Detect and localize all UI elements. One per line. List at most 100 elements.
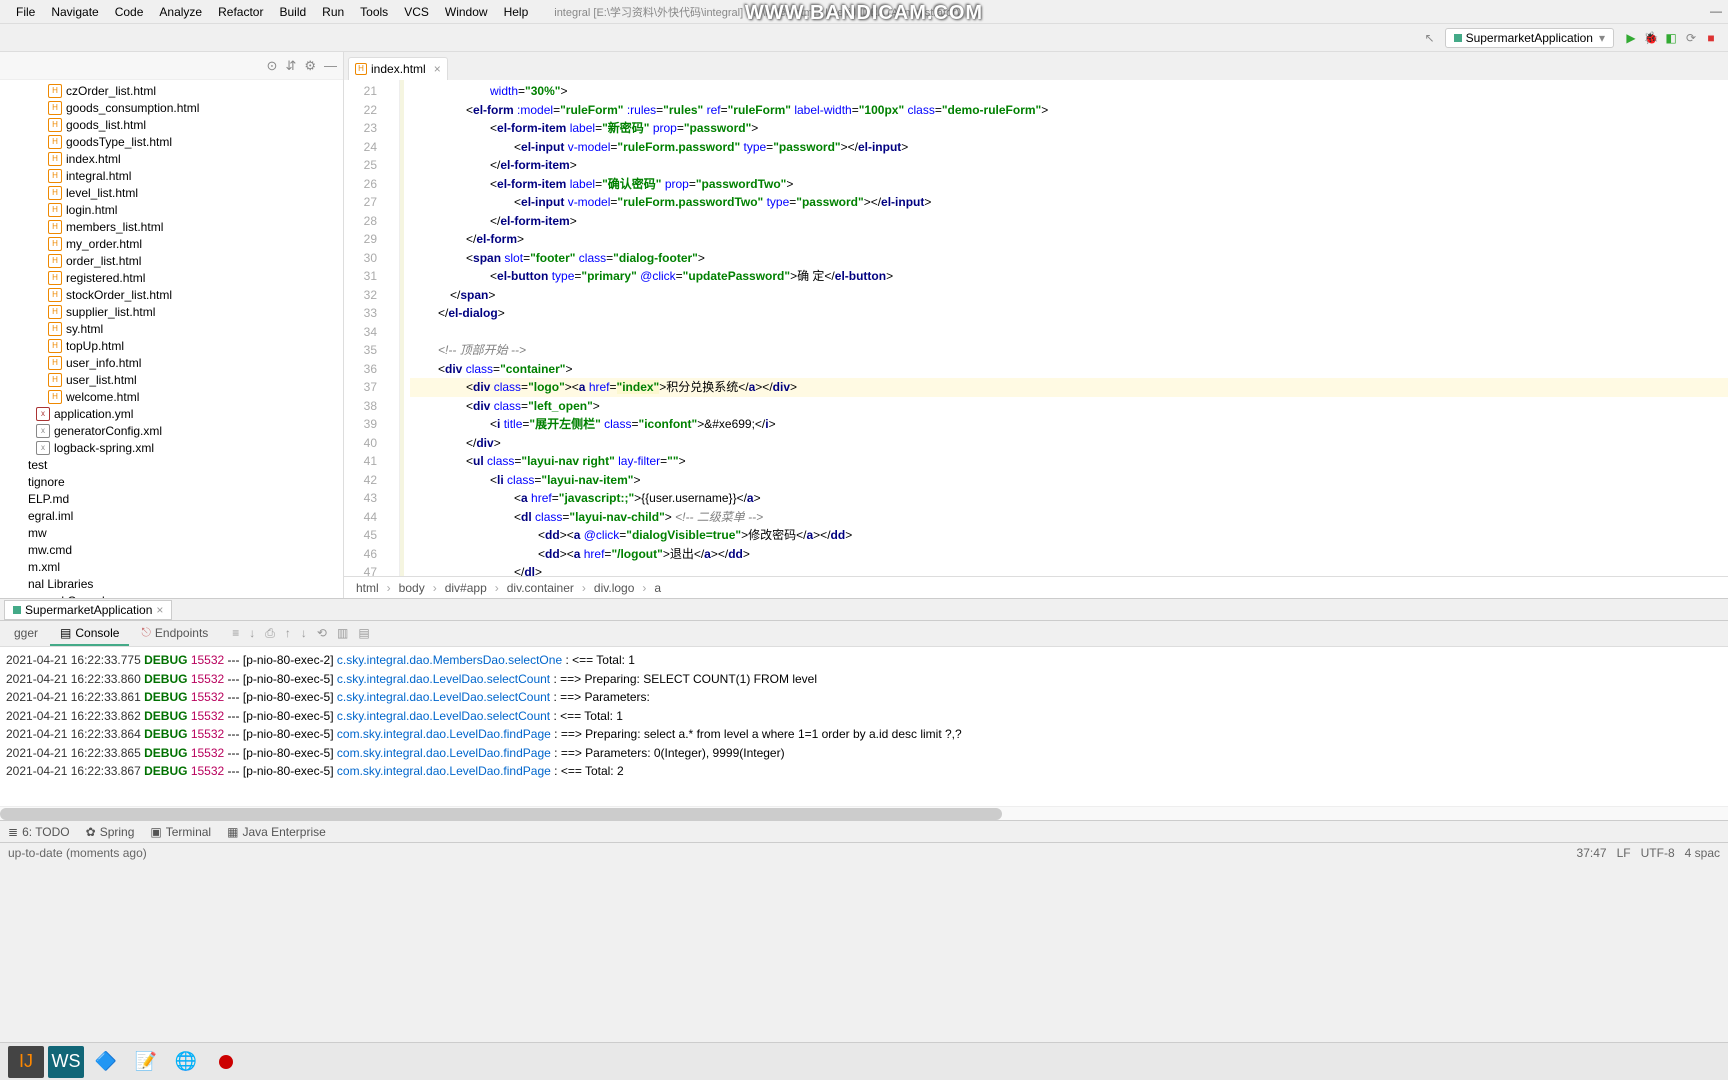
code-line[interactable]: </dl> [410, 563, 1728, 576]
app-taskbar-icon[interactable]: 🔷 [88, 1046, 124, 1078]
tree-node[interactable]: es and Consoles [28, 592, 343, 598]
down-stack-icon[interactable]: ↓ [301, 626, 307, 641]
console-output[interactable]: 2021-04-21 16:22:33.775 DEBUG 15532 --- … [0, 647, 1728, 806]
menu-refactor[interactable]: Refactor [210, 5, 271, 19]
spring-tab[interactable]: ✿ Spring [86, 825, 135, 839]
run-button[interactable]: ▶ [1624, 31, 1638, 45]
coverage-button[interactable]: ◧ [1664, 31, 1678, 45]
settings-icon[interactable]: ▤ [358, 626, 369, 641]
code-line[interactable]: <dl class="layui-nav-child"> <!-- 二级菜单 -… [410, 508, 1728, 527]
code-line[interactable]: </el-form-item> [410, 212, 1728, 231]
bandicam-record-icon[interactable] [208, 1046, 244, 1078]
tree-file[interactable]: Hsupplier_list.html [28, 303, 343, 320]
chrome-taskbar-icon[interactable]: 🌐 [168, 1046, 204, 1078]
code-line[interactable]: </div> [410, 434, 1728, 453]
print-icon[interactable]: ⎙ [265, 626, 275, 641]
console-horizontal-scrollbar[interactable] [0, 806, 1728, 820]
notepad-taskbar-icon[interactable]: 📝 [128, 1046, 164, 1078]
tree-node[interactable]: mw.cmd [28, 541, 343, 558]
profile-button[interactable]: ⟳ [1684, 31, 1698, 45]
webstorm-taskbar-icon[interactable]: WS [48, 1046, 84, 1078]
scroll-to-end-icon[interactable]: ↓ [249, 626, 255, 641]
clear-all-icon[interactable]: ⟲ [317, 626, 327, 641]
code-line[interactable]: </el-form-item> [410, 156, 1728, 175]
code-line[interactable]: <el-input v-model="ruleForm.password" ty… [410, 138, 1728, 157]
menu-run[interactable]: Run [314, 5, 352, 19]
code-line[interactable]: </el-form> [410, 230, 1728, 249]
breadcrumb-item[interactable]: a [652, 581, 663, 595]
tree-file[interactable]: Huser_info.html [28, 354, 343, 371]
tree-file[interactable]: HczOrder_list.html [28, 82, 343, 99]
scrollbar-thumb[interactable] [0, 808, 1002, 820]
tree-file[interactable]: Hlevel_list.html [28, 184, 343, 201]
editor-tab-index-html[interactable]: H index.html × [348, 57, 448, 80]
code-line[interactable]: <dd><a href="/logout">退出</a></dd> [410, 545, 1728, 564]
tree-node[interactable]: mw [28, 524, 343, 541]
close-icon[interactable]: × [156, 603, 163, 617]
tree-node[interactable]: m.xml [28, 558, 343, 575]
run-configuration-dropdown[interactable]: SupermarketApplication ▾ [1445, 28, 1614, 48]
menu-help[interactable]: Help [496, 5, 537, 19]
code-line[interactable]: width="30%"> [410, 82, 1728, 101]
tree-file[interactable]: Hlogin.html [28, 201, 343, 218]
stop-button[interactable]: ■ [1704, 31, 1718, 45]
tree-file[interactable]: Hintegral.html [28, 167, 343, 184]
hide-icon[interactable]: — [324, 58, 337, 73]
debugger-tab[interactable]: gger [4, 622, 48, 646]
tree-file[interactable]: Hgoods_consumption.html [28, 99, 343, 116]
breadcrumb-item[interactable]: div.logo [592, 581, 636, 595]
code-line[interactable]: <li class="layui-nav-item"> [410, 471, 1728, 490]
tree-node[interactable]: ELP.md [28, 490, 343, 507]
tree-file[interactable]: Hmembers_list.html [28, 218, 343, 235]
code-line[interactable]: <!-- 顶部开始 --> [410, 341, 1728, 360]
code-line[interactable]: <a href="javascript:;">{{user.username}}… [410, 489, 1728, 508]
menu-vcs[interactable]: VCS [396, 5, 437, 19]
code-line[interactable]: <dd><a @click="dialogVisible=true">修改密码<… [410, 526, 1728, 545]
breadcrumb-item[interactable]: div#app [443, 581, 489, 595]
menu-window[interactable]: Window [437, 5, 496, 19]
menu-tools[interactable]: Tools [352, 5, 396, 19]
tree-file[interactable]: Hsy.html [28, 320, 343, 337]
menu-code[interactable]: Code [107, 5, 152, 19]
indent-info[interactable]: 4 spac [1685, 846, 1720, 860]
menu-navigate[interactable]: Navigate [43, 5, 106, 19]
tree-file[interactable]: xlogback-spring.xml [28, 439, 343, 456]
intellij-taskbar-icon[interactable]: IJ [8, 1046, 44, 1078]
tree-node[interactable]: nal Libraries [28, 575, 343, 592]
tree-node[interactable]: egral.iml [28, 507, 343, 524]
menu-file[interactable]: File [8, 5, 43, 19]
terminal-tab[interactable]: ▣ Terminal [150, 825, 211, 839]
tree-file[interactable]: xapplication.yml [28, 405, 343, 422]
code-line[interactable]: <div class="logo"><a href="index">积分兑换系统… [410, 378, 1728, 397]
tree-file[interactable]: xgeneratorConfig.xml [28, 422, 343, 439]
endpoints-tab[interactable]: ⎋ Endpoints [131, 621, 218, 646]
structure-breadcrumb[interactable]: html›body›div#app›div.container›div.logo… [344, 576, 1728, 598]
breadcrumb-item[interactable]: html [354, 581, 381, 595]
debug-button[interactable]: 🐞 [1644, 31, 1658, 45]
tree-node[interactable]: test [28, 456, 343, 473]
tree-file[interactable]: Hregistered.html [28, 269, 343, 286]
java-enterprise-tab[interactable]: ▦ Java Enterprise [227, 825, 326, 839]
code-editor[interactable]: width="30%"><el-form :model="ruleForm" :… [400, 80, 1728, 576]
code-line[interactable]: <el-form-item label="确认密码" prop="passwor… [410, 175, 1728, 194]
soft-wrap-icon[interactable]: ≡ [232, 626, 239, 641]
code-line[interactable]: <div class="container"> [410, 360, 1728, 379]
tree-file[interactable]: HgoodsType_list.html [28, 133, 343, 150]
tree-file[interactable]: Hgoods_list.html [28, 116, 343, 133]
tree-file[interactable]: Horder_list.html [28, 252, 343, 269]
code-line[interactable]: <ul class="layui-nav right" lay-filter="… [410, 452, 1728, 471]
tree-file[interactable]: Hmy_order.html [28, 235, 343, 252]
up-stack-icon[interactable]: ↑ [285, 626, 291, 641]
file-encoding[interactable]: UTF-8 [1641, 846, 1675, 860]
settings-gear-icon[interactable]: ⚙ [304, 58, 316, 74]
line-separator[interactable]: LF [1617, 846, 1631, 860]
code-line[interactable]: <el-form :model="ruleForm" :rules="rules… [410, 101, 1728, 120]
code-line[interactable]: <el-button type="primary" @click="update… [410, 267, 1728, 286]
scroll-from-source-icon[interactable]: ⊙ [267, 58, 278, 74]
tree-node[interactable]: tignore [28, 473, 343, 490]
code-line[interactable]: <i title="展开左侧栏" class="iconfont">&#xe69… [410, 415, 1728, 434]
tree-file[interactable]: Huser_list.html [28, 371, 343, 388]
tree-file[interactable]: Hwelcome.html [28, 388, 343, 405]
breadcrumb-item[interactable]: body [397, 581, 427, 595]
tree-file[interactable]: HstockOrder_list.html [28, 286, 343, 303]
